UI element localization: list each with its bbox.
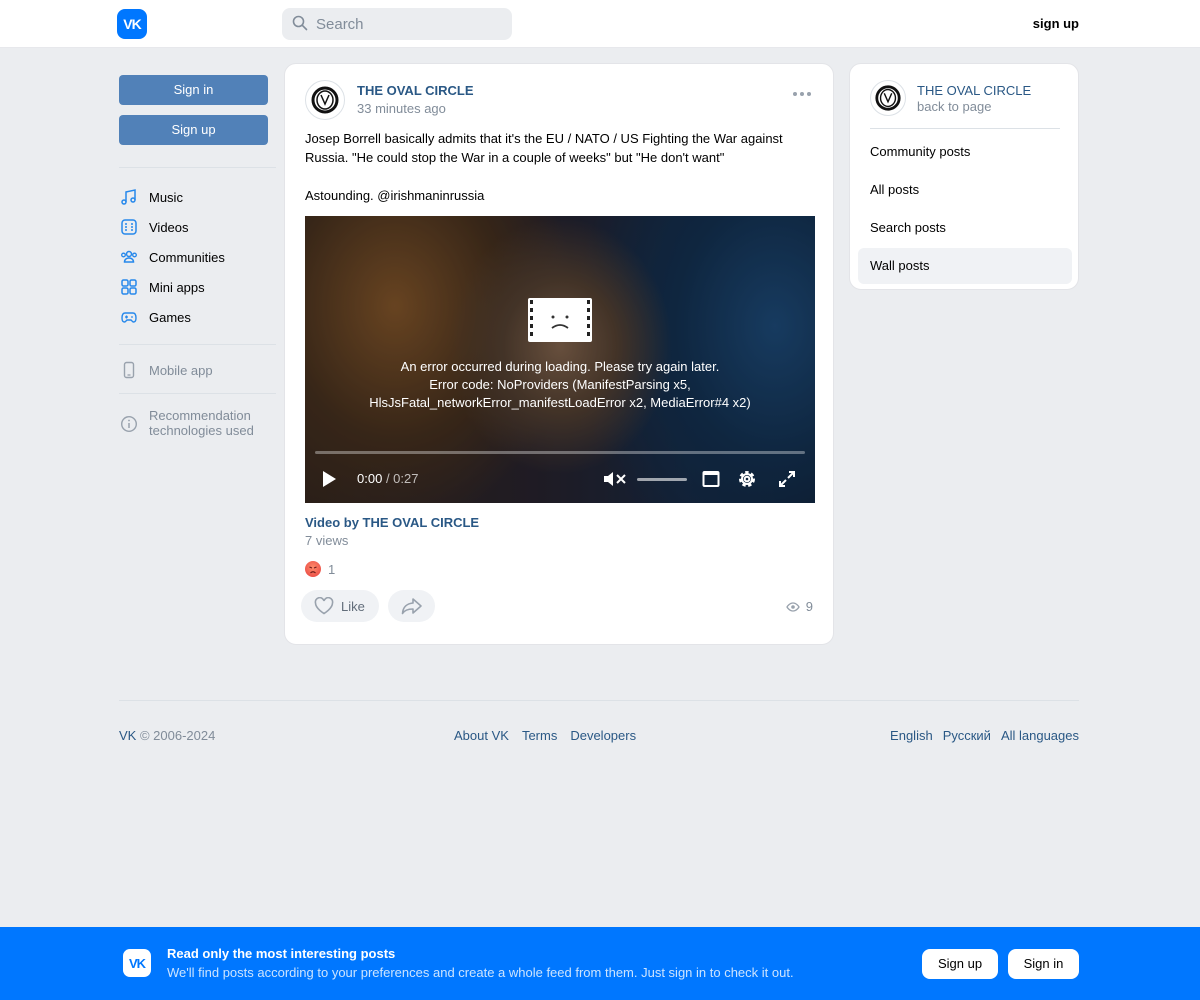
banner-signup-button[interactable]: Sign up <box>922 949 998 979</box>
oval-circle-logo-icon <box>875 85 901 111</box>
gamepad-icon <box>119 307 139 327</box>
video-views: 7 views <box>305 533 349 548</box>
sidebar-item-videos[interactable]: Videos <box>119 212 276 242</box>
share-icon <box>401 598 422 615</box>
oval-circle-logo-icon <box>311 86 339 114</box>
video-current-time: 0:00 <box>357 471 383 486</box>
volume-slider[interactable] <box>637 478 687 481</box>
menu-item-wall-posts[interactable]: Wall posts <box>858 248 1072 284</box>
play-icon[interactable] <box>321 468 337 490</box>
reactions-summary[interactable]: 1 <box>305 561 335 577</box>
menu-item-search-posts[interactable]: Search posts <box>858 210 1072 246</box>
phone-icon <box>119 360 139 380</box>
top-header: VK sign up <box>0 0 1200 48</box>
sidebar-item-label: Recommendation technologies used <box>149 408 254 438</box>
search-box[interactable] <box>282 8 512 40</box>
banner-signin-button[interactable]: Sign in <box>1008 949 1079 979</box>
panel-divider <box>870 128 1060 129</box>
footer-divider <box>119 700 1079 701</box>
miniplayer-icon[interactable] <box>702 468 720 490</box>
menu-item-community-posts[interactable]: Community posts <box>858 134 1072 170</box>
sidebar-item-label: Music <box>149 189 183 205</box>
community-name-link[interactable]: THE OVAL CIRCLE <box>917 83 1031 98</box>
left-sidebar: Sign in Sign up Music Videos Communities… <box>119 75 276 438</box>
more-options-icon[interactable] <box>793 92 811 96</box>
sidebar-item-label: Games <box>149 309 191 325</box>
language-english[interactable]: English <box>890 728 933 743</box>
banner-subtitle: We'll find posts according to your prefe… <box>167 965 794 980</box>
sidebar-item-games[interactable]: Games <box>119 302 276 332</box>
music-icon <box>119 187 139 207</box>
mute-icon[interactable] <box>603 468 627 490</box>
vk-logo: VK <box>123 949 151 977</box>
sidebar-item-music[interactable]: Music <box>119 182 276 212</box>
footer-link-about[interactable]: About VK <box>454 728 509 743</box>
signup-button[interactable]: Sign up <box>119 115 268 145</box>
communities-icon <box>119 247 139 267</box>
info-icon <box>119 414 139 434</box>
community-avatar[interactable] <box>305 80 345 120</box>
view-count: 9 <box>805 599 813 614</box>
footer-languages: English Русский All languages <box>890 728 1079 743</box>
video-title-link[interactable]: Video by THE OVAL CIRCLE <box>305 515 479 530</box>
settings-gear-icon[interactable] <box>736 468 758 490</box>
reaction-count: 1 <box>328 561 336 577</box>
mini-apps-icon <box>119 277 139 297</box>
sidebar-divider <box>119 393 276 394</box>
sidebar-item-mobile-app[interactable]: Mobile app <box>119 355 276 385</box>
video-player[interactable]: An error occurred during loading. Please… <box>305 216 815 503</box>
post-author-link[interactable]: THE OVAL CIRCLE <box>357 83 474 98</box>
language-all[interactable]: All languages <box>1001 728 1079 743</box>
language-russian[interactable]: Русский <box>943 728 991 743</box>
search-input[interactable] <box>316 15 496 33</box>
menu-item-all-posts[interactable]: All posts <box>858 172 1072 208</box>
sidebar-item-mini-apps[interactable]: Mini apps <box>119 272 276 302</box>
like-button[interactable]: Like <box>301 590 379 622</box>
post-text: Josep Borrell basically admits that it's… <box>305 131 783 203</box>
sidebar-item-label: Mini apps <box>149 279 205 295</box>
wall-post: THE OVAL CIRCLE 33 minutes ago Josep Bor… <box>284 63 834 645</box>
eye-icon <box>786 601 800 612</box>
signup-promo-banner: VK Read only the most interesting posts … <box>0 927 1200 1000</box>
video-time-readout: 0:00 / 0:27 <box>357 471 419 486</box>
footer-copyright: VK © 2006-2024 <box>119 728 215 743</box>
copyright-text: © 2006-2024 <box>139 728 216 743</box>
sidebar-item-label: Communities <box>149 249 225 265</box>
video-error-message: An error occurred during loading. Please… <box>369 359 751 410</box>
like-label: Like <box>341 598 365 614</box>
header-signup-link[interactable]: sign up <box>1033 16 1079 31</box>
vk-logo[interactable]: VK <box>117 9 147 39</box>
footer-link-developers[interactable]: Developers <box>570 728 636 743</box>
post-timestamp[interactable]: 33 minutes ago <box>357 101 446 116</box>
banner-title: Read only the most interesting posts <box>167 946 396 961</box>
signin-button[interactable]: Sign in <box>119 75 268 105</box>
share-button[interactable] <box>388 590 435 622</box>
fullscreen-icon[interactable] <box>778 468 796 490</box>
back-to-page-link[interactable]: back to page <box>917 99 991 114</box>
sidebar-item-label: Mobile app <box>149 362 213 378</box>
footer-brand-link[interactable]: VK <box>119 728 136 743</box>
video-icon <box>119 217 139 237</box>
sidebar-divider <box>119 344 276 345</box>
video-duration: 0:27 <box>393 471 419 486</box>
sidebar-item-recommendations[interactable]: Recommendation technologies used <box>119 408 276 438</box>
footer-link-terms[interactable]: Terms <box>522 728 557 743</box>
sidebar-item-label: Videos <box>149 219 189 235</box>
sidebar-divider <box>119 167 276 168</box>
community-panel: THE OVAL CIRCLE back to page Community p… <box>849 63 1079 290</box>
error-film-icon <box>528 298 592 342</box>
search-icon <box>292 15 308 34</box>
heart-icon <box>314 597 334 615</box>
angry-emoji-icon <box>305 561 321 577</box>
community-avatar-small[interactable] <box>870 80 906 116</box>
post-views: 9 <box>786 599 813 614</box>
video-progress-bar[interactable] <box>315 451 805 454</box>
footer-links: About VK Terms Developers <box>454 728 636 743</box>
sidebar-item-communities[interactable]: Communities <box>119 242 276 272</box>
